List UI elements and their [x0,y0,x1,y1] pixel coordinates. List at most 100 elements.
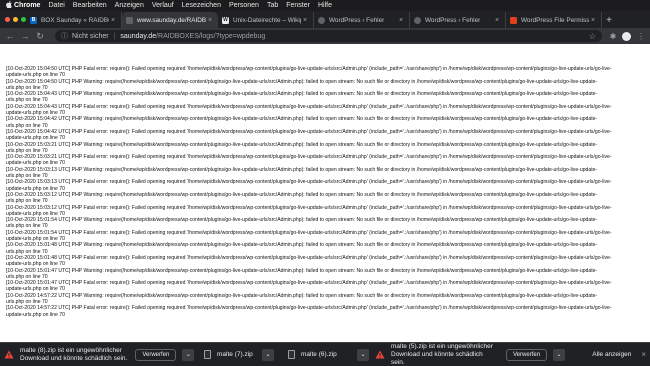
new-tab-icon[interactable]: + [602,12,616,28]
close-tab-icon[interactable]: × [109,17,117,24]
back-arrow-icon[interactable]: ← [4,30,16,42]
globe-favicon-icon [318,16,325,24]
tab-title: WordPress File Permission… [521,16,589,24]
download-warning-message: malte (5).zip ist ein ungewöhnlicher Dow… [391,343,498,366]
log-line: [10-Oct-2020 15:03:13 UTC] PHP Warning: … [6,166,598,173]
menu-personen[interactable]: Personen [229,2,259,9]
warning-triangle-icon [375,350,385,359]
log-line: [10-Oct-2020 15:01:47 UTC] PHP Warning: … [6,267,598,274]
close-tab-icon[interactable]: × [493,17,501,24]
warning-line-2: Download und könnte schädlich sein. [20,354,128,362]
close-tab-icon[interactable]: × [301,17,309,24]
menu-bearbeiten[interactable]: Bearbeiten [73,2,107,9]
close-tab-icon[interactable]: × [397,17,405,24]
bookmark-star-icon[interactable]: ☆ [589,32,596,41]
log-line: [10-Oct-2020 15:03:13 UTC] PHP Fatal err… [6,179,612,186]
menu-tab[interactable]: Tab [267,2,278,9]
address-bar[interactable]: ⓘ Nicht sicher | saunday.de /RAIDBOXES/l… [55,30,602,42]
menu-anzeigen[interactable]: Anzeigen [115,2,144,9]
toolbar-actions: ✱ ⋮ [608,31,646,41]
download-options-chevron-icon[interactable]: ⌄ [262,348,274,361]
log-line: [10-Oct-2020 15:04:42 UTC] PHP Warning: … [6,116,598,123]
profile-avatar[interactable] [622,31,632,41]
discard-button[interactable]: Verwerfen [506,348,548,361]
log-line: [10-Oct-2020 15:01:48 UTC] PHP Fatal err… [6,254,612,261]
warning-triangle-icon [4,350,14,359]
close-window-icon[interactable] [5,17,10,22]
url-path: /RAIDBOXES/logs/?type=wpdebug [156,32,266,40]
log-line: [10-Oct-2020 15:01:48 UTC] PHP Warning: … [6,242,598,249]
log-line: [10-Oct-2020 15:03:12 UTC] PHP Fatal err… [6,204,612,211]
security-label[interactable]: Nicht sicher [72,33,109,40]
tab-strip: B BOX Saunday « RAIDBOXES × www.saunday.… [0,11,650,28]
more-menu-icon[interactable]: ⋮ [636,32,646,41]
menu-datei[interactable]: Datei [48,2,64,9]
not-secure-icon[interactable]: ⓘ [61,31,68,41]
download-warning-message: malte (8).zip ist ein ungewöhnlicher Dow… [20,347,127,363]
menu-verlauf[interactable]: Verlauf [152,2,174,9]
log-line: [10-Oct-2020 15:01:54 UTC] PHP Warning: … [6,217,598,224]
download-item[interactable]: malte (6).zip ⌄ [280,343,375,366]
page-favicon-icon [126,16,133,24]
address-separator: | [113,32,116,40]
log-line: [10-Oct-2020 15:03:21 UTC] PHP Warning: … [6,141,598,148]
minimize-window-icon[interactable] [13,17,18,22]
url-host: saunday.de [120,32,157,40]
file-icon [204,350,211,359]
tab-title: www.saunday.de/RAIDBOXES [137,16,206,24]
browser-toolbar: ← → ↻ ⓘ Nicht sicher | saunday.de /RAIDB… [0,28,650,44]
debug-log-page: [10-Oct-2020 15:04:50 UTC] PHP Fatal err… [0,44,650,342]
globe-favicon-icon [414,16,421,24]
tab-wordpress-fehler-2[interactable]: WordPress › Fehler × [410,12,506,28]
tab-title: Unix-Dateirechte – Wikiped… [233,16,301,24]
log-line: [10-Oct-2020 14:57:22 UTC] PHP Warning: … [6,292,598,299]
download-item-warning[interactable]: malte (8).zip ist ein ungewöhnlicher Dow… [4,343,196,366]
warning-line-1: malte (8).zip ist ein ungewöhnlicher [20,346,122,354]
download-options-chevron-icon[interactable]: ⌄ [182,348,195,361]
log-line: [10-Oct-2020 15:03:21 UTC] PHP Fatal err… [6,154,612,161]
menu-lesezeichen[interactable]: Lesezeichen [182,2,221,9]
extensions-puzzle-icon[interactable]: ✱ [608,32,618,41]
warning-line-1: malte (5).zip ist ein ungewöhnlicher [391,342,493,350]
close-tab-icon[interactable]: × [206,17,214,24]
log-line: [10-Oct-2020 15:04:50 UTC] PHP Warning: … [6,78,598,85]
download-options-chevron-icon[interactable]: ⌄ [553,348,565,361]
menu-chrome[interactable]: Chrome [14,2,40,9]
tab-saunday-logs[interactable]: www.saunday.de/RAIDBOXES × [122,12,218,28]
log-line: [10-Oct-2020 15:01:47 UTC] PHP Fatal err… [6,280,612,287]
tab-wikipedia[interactable]: W Unix-Dateirechte – Wikiped… × [218,12,314,28]
log-line: [10-Oct-2020 15:01:54 UTC] PHP Fatal err… [6,229,612,236]
forward-arrow-icon[interactable]: → [19,30,31,42]
warning-line-2: Download und könnte schädlich sein. [391,350,483,366]
download-filename: malte (6).zip [301,351,337,358]
download-options-chevron-icon[interactable]: ⌄ [357,348,369,361]
log-line: [10-Oct-2020 14:57:22 UTC] PHP Fatal err… [6,305,612,312]
close-tab-icon[interactable]: × [589,17,597,24]
menu-hilfe[interactable]: Hilfe [318,2,332,9]
log-line: [10-Oct-2020 15:04:50 UTC] PHP Fatal err… [6,66,612,72]
close-download-shelf-icon[interactable]: × [641,350,646,359]
log-line: [10-Oct-2020 15:03:12 UTC] PHP Warning: … [6,191,598,198]
log-line: [10-Oct-2020 15:04:43 UTC] PHP Fatal err… [6,103,612,110]
tab-title: BOX Saunday « RAIDBOXES [41,16,109,24]
file-icon [288,350,295,359]
log-line: [10-Oct-2020 15:04:43 UTC] PHP Warning: … [6,91,598,98]
download-shelf: malte (8).zip ist ein ungewöhnlicher Dow… [0,342,650,366]
tab-wordpress-fehler-1[interactable]: WordPress › Fehler × [314,12,410,28]
wikipedia-favicon-icon: W [222,16,229,24]
tab-title: WordPress › Fehler [329,16,385,24]
menu-fenster[interactable]: Fenster [286,2,310,9]
tab-title: WordPress › Fehler [425,16,481,24]
window-controls [0,11,26,28]
shield-favicon-icon [510,16,517,24]
macos-menu-bar: Chrome Datei Bearbeiten Anzeigen Verlauf… [0,0,650,11]
download-item[interactable]: malte (7).zip ⌄ [196,343,280,366]
discard-button[interactable]: Verwerfen [135,348,177,361]
tab-wordpress-file-permissions[interactable]: WordPress File Permission… × [506,12,602,28]
show-all-downloads-button[interactable]: Alle anzeigen [592,351,631,358]
apple-menu-icon[interactable] [4,1,14,10]
reload-icon[interactable]: ↻ [34,30,46,42]
download-item-warning[interactable]: malte (5).zip ist ein ungewöhnlicher Dow… [375,343,565,366]
tab-box-saunday[interactable]: B BOX Saunday « RAIDBOXES × [26,12,122,28]
debug-log: [10-Oct-2020 15:04:50 UTC] PHP Fatal err… [6,66,644,318]
